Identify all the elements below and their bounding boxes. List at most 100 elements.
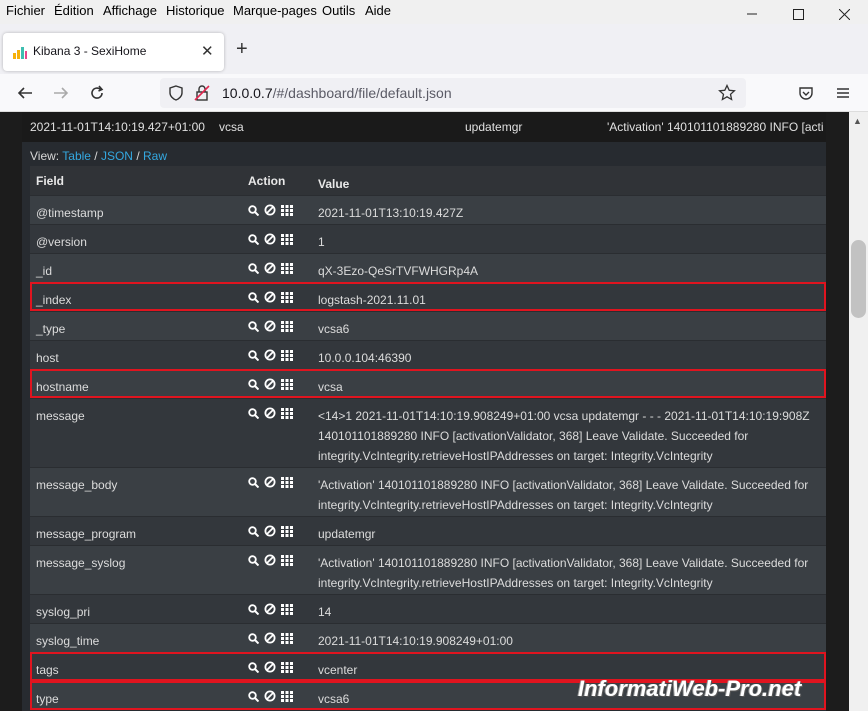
row-actions (248, 291, 293, 303)
ban-icon[interactable] (264, 476, 276, 488)
ban-icon[interactable] (264, 349, 276, 361)
table-columns-icon[interactable] (281, 554, 293, 566)
new-tab-icon[interactable]: + (236, 39, 248, 59)
ban-icon[interactable] (264, 661, 276, 673)
event-summary-row[interactable]: 2021-11-01T14:10:19.427+01:00 vcsa updat… (22, 112, 826, 142)
scrollbar-thumb[interactable] (851, 240, 866, 318)
table-columns-icon[interactable] (281, 320, 293, 332)
table-columns-icon[interactable] (281, 262, 293, 274)
scroll-up-icon[interactable]: ▲ (853, 116, 862, 126)
search-icon[interactable] (248, 632, 259, 644)
search-icon[interactable] (248, 603, 259, 615)
ban-icon[interactable] (264, 233, 276, 245)
tab-close-icon[interactable]: ✕ (201, 42, 214, 60)
search-icon[interactable] (248, 349, 259, 361)
field-value: vcsa6 (318, 322, 350, 336)
search-icon[interactable] (248, 204, 259, 216)
view-json-link[interactable]: JSON (101, 149, 133, 163)
search-icon[interactable] (248, 262, 259, 274)
row-actions (248, 204, 293, 216)
table-columns-icon[interactable] (281, 378, 293, 390)
reload-icon[interactable] (87, 83, 107, 103)
ban-icon[interactable] (264, 262, 276, 274)
search-icon[interactable] (248, 291, 259, 303)
field-value: 1 (318, 235, 325, 249)
table-columns-icon[interactable] (281, 690, 293, 702)
view-table-link[interactable]: Table (62, 149, 91, 163)
ban-icon[interactable] (264, 554, 276, 566)
search-icon[interactable] (248, 233, 259, 245)
table-columns-icon[interactable] (281, 632, 293, 644)
ban-icon[interactable] (264, 690, 276, 702)
menu-marque-pages[interactable]: Marque-pages (233, 3, 317, 18)
view-label: View: (30, 149, 60, 163)
table-columns-icon[interactable] (281, 349, 293, 361)
forward-icon[interactable] (51, 83, 71, 103)
search-icon[interactable] (248, 378, 259, 390)
field-value: qX-3Ezo-QeSrTVFWHGRp4A (318, 264, 479, 278)
field-value: 'Activation' 140101101889280 INFO [activ… (318, 556, 809, 590)
ban-icon[interactable] (264, 603, 276, 615)
menu-aide[interactable]: Aide (365, 3, 391, 18)
url-bar[interactable]: 10.0.0.7/#/dashboard/file/default.json (160, 78, 746, 108)
search-icon[interactable] (248, 320, 259, 332)
row-actions (248, 349, 293, 361)
field-name: tags (36, 663, 59, 677)
ban-icon[interactable] (264, 204, 276, 216)
search-icon[interactable] (248, 690, 259, 702)
summary-hostname: vcsa (219, 120, 244, 134)
search-icon[interactable] (248, 661, 259, 673)
ban-icon[interactable] (264, 378, 276, 390)
summary-program: updatemgr (465, 120, 523, 134)
tracking-shield-icon[interactable] (168, 85, 184, 101)
field-name: _id (36, 264, 53, 278)
back-icon[interactable] (15, 83, 35, 103)
ban-icon[interactable] (264, 525, 276, 537)
field-name: host (36, 351, 59, 365)
menu-fichier[interactable]: Fichier (6, 3, 45, 18)
kibana-favicon-icon (13, 47, 27, 59)
event-details-panel: View: Table / JSON / Raw Field Action Va… (22, 142, 826, 711)
search-icon[interactable] (248, 476, 259, 488)
tab-title: Kibana 3 - SexiHome (33, 44, 147, 58)
header-field: Field (36, 174, 65, 188)
table-columns-icon[interactable] (281, 407, 293, 419)
menu-affichage[interactable]: Affichage (103, 3, 157, 18)
minimize-icon (747, 13, 757, 15)
row-actions (248, 233, 293, 245)
ban-icon[interactable] (264, 632, 276, 644)
field-name: message_syslog (36, 556, 126, 570)
field-name: type (36, 692, 59, 706)
tab-kibana[interactable]: Kibana 3 - SexiHome ✕ (3, 33, 224, 71)
table-row: _id qX-3Ezo-QeSrTVFWHGRp4A (30, 253, 826, 282)
pocket-icon[interactable] (796, 83, 816, 103)
menu-outils[interactable]: Outils (322, 3, 355, 18)
table-columns-icon[interactable] (281, 603, 293, 615)
ban-icon[interactable] (264, 291, 276, 303)
url-text: 10.0.0.7/#/dashboard/file/default.json (222, 85, 452, 101)
ban-icon[interactable] (264, 320, 276, 332)
menu-bar: Fichier Édition Affichage Historique Mar… (0, 0, 868, 24)
search-icon[interactable] (248, 554, 259, 566)
field-name: message (36, 409, 85, 423)
search-icon[interactable] (248, 525, 259, 537)
maximize-icon (792, 8, 804, 20)
view-raw-link[interactable]: Raw (143, 149, 167, 163)
table-columns-icon[interactable] (281, 233, 293, 245)
view-switcher: View: Table / JSON / Raw (30, 149, 167, 163)
table-columns-icon[interactable] (281, 476, 293, 488)
search-icon[interactable] (248, 407, 259, 419)
table-columns-icon[interactable] (281, 661, 293, 673)
hamburger-menu-icon[interactable] (833, 83, 853, 103)
bookmark-star-icon[interactable] (718, 84, 736, 102)
table-columns-icon[interactable] (281, 291, 293, 303)
table-columns-icon[interactable] (281, 204, 293, 216)
menu-edition[interactable]: Édition (54, 3, 94, 18)
insecure-lock-icon[interactable] (194, 85, 210, 101)
menu-historique[interactable]: Historique (166, 3, 225, 18)
page-scrollbar[interactable]: ▲ (849, 112, 868, 711)
table-columns-icon[interactable] (281, 525, 293, 537)
field-value: 2021-11-01T14:10:19.908249+01:00 (318, 634, 513, 648)
ban-icon[interactable] (264, 407, 276, 419)
row-actions (248, 320, 293, 332)
